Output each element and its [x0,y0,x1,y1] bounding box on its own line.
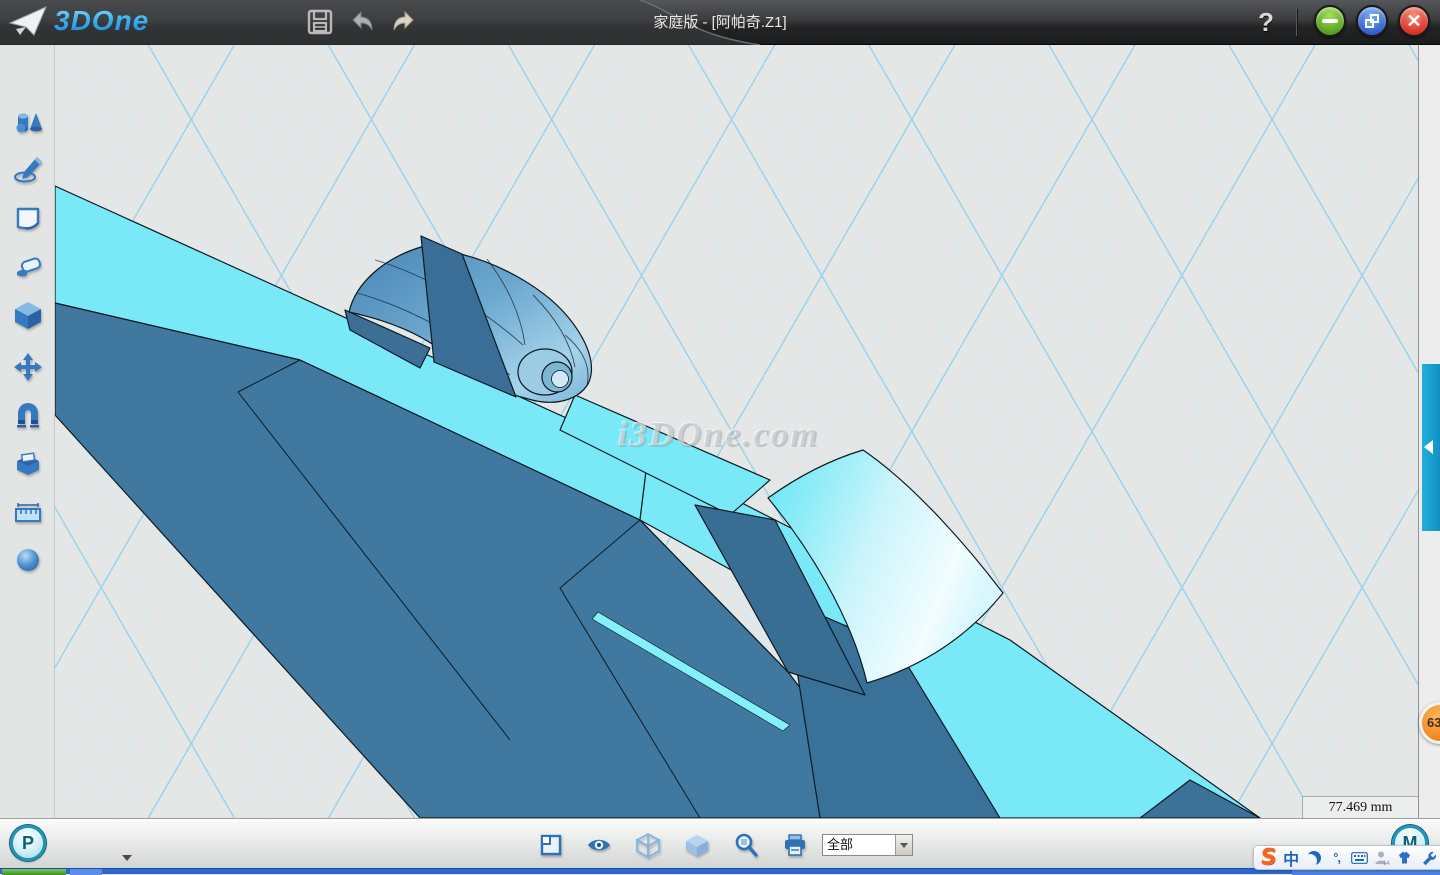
close-icon: ✕ [1406,12,1421,30]
redo-button[interactable] [386,4,422,40]
tool-assembly-box[interactable] [9,444,47,482]
user-icon: 14 [1374,850,1390,866]
magnifier-icon [733,832,759,858]
zoom-button[interactable] [731,832,761,858]
svg-text:14: 14 [1383,861,1390,866]
restore-icon [1365,14,1379,28]
ime-logo[interactable]: S [1257,847,1280,868]
moon-icon [1307,851,1321,865]
eye-icon [586,834,612,856]
magnet-icon [13,400,43,430]
titlebar-separator [1296,9,1297,36]
brand-text: 3DOne [54,5,149,37]
cube-icon [13,300,43,330]
printer-icon [782,833,808,857]
status-bar: P [0,818,1440,868]
panel-expand-tab[interactable] [1422,364,1440,531]
sketch-surface-icon [13,203,43,233]
eraser-icon [13,252,43,282]
view-plane-icon [539,833,563,857]
ime-passport[interactable]: 14 [1372,847,1393,868]
tool-sketch-draw[interactable] [9,151,47,189]
move-arrows-icon [13,352,43,382]
profile-dropdown-caret[interactable] [122,855,132,861]
save-button[interactable] [302,4,338,40]
taskbar-active-segment[interactable] [70,869,102,875]
tool-sketch-surface[interactable] [9,199,47,237]
wireframe-cube-icon [635,832,661,858]
tool-material-render[interactable] [9,541,47,579]
tool-constraint-magnet[interactable] [9,396,47,434]
restore-button[interactable] [1356,5,1388,37]
wrench-icon [1420,850,1436,866]
taskbar-start-segment[interactable] [2,869,66,875]
view-plane-button[interactable] [536,832,566,858]
display-filter-value: 全部 [823,835,895,855]
window-title: 家庭版 - [阿帕奇.Z1] [420,0,1020,45]
ime-punctuation-toggle[interactable]: °, [1326,847,1347,868]
ime-language-mode[interactable]: 中 [1281,847,1302,868]
sketch-pen-icon [13,155,43,185]
tool-measure-ruler[interactable] [9,493,47,531]
paper-plane-icon [8,5,48,37]
model-3d[interactable] [55,45,1418,818]
titlebar: 3DOne 家庭版 - [阿帕奇.Z1] ? ✕ [0,0,1440,45]
undo-button[interactable] [344,4,380,40]
keyboard-icon [1351,852,1368,864]
shaded-cube-icon [684,833,710,857]
ime-skin[interactable] [1395,847,1416,868]
undo-icon [347,8,377,36]
save-icon [306,8,334,36]
profile-button[interactable]: P [10,825,46,861]
ruler-icon [13,497,43,527]
ime-settings[interactable] [1417,847,1438,868]
close-button[interactable]: ✕ [1398,5,1430,37]
sphere-icon [13,545,43,575]
chevron-left-icon [1424,440,1433,454]
left-toolbar [0,45,55,818]
visibility-button[interactable] [584,832,614,858]
measurement-readout: 77.469 mm [1302,796,1418,818]
chevron-down-icon [900,843,908,848]
print-button[interactable] [780,832,810,858]
wireframe-display-button[interactable] [633,832,663,858]
open-box-icon [13,448,43,478]
dropdown-arrow-button[interactable] [895,835,912,855]
tool-special-edit[interactable] [9,248,47,286]
shaded-display-button[interactable] [682,832,712,858]
display-filter-dropdown[interactable]: 全部 [822,834,913,856]
minimize-button[interactable] [1314,5,1346,37]
tool-move[interactable] [9,348,47,386]
ime-fullwidth-toggle[interactable] [1304,847,1325,868]
minimize-icon [1322,19,1338,23]
app-logo: 3DOne [8,5,149,37]
taskbar-strip [0,868,1440,874]
help-button[interactable]: ? [1248,2,1284,42]
model-snout-core [552,371,569,388]
redo-icon [389,8,419,36]
tool-feature-solid[interactable] [9,296,47,334]
tool-primitive-solids[interactable] [9,102,47,140]
tshirt-icon [1396,850,1413,865]
primitive-solids-icon [13,106,43,136]
ime-soft-keyboard[interactable] [1349,847,1370,868]
viewport-3d[interactable]: i3DOne.com [55,45,1418,818]
ime-toolbar: S 中 °, 14 [1253,845,1440,870]
